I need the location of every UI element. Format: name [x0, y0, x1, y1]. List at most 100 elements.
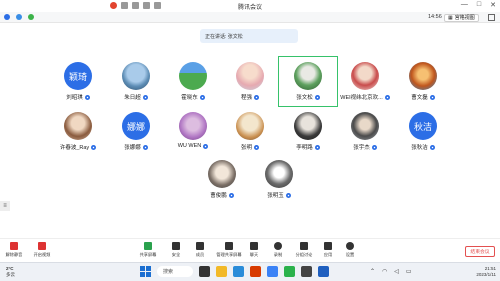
avatar: 秋洁: [409, 112, 437, 140]
battery-icon[interactable]: ▭: [406, 268, 412, 275]
avatar: [351, 112, 379, 140]
avatar: [122, 62, 150, 90]
share-screen-icon: [144, 242, 152, 250]
participant-tile[interactable]: WEI视纬北京欢...: [337, 62, 393, 101]
participant-tile[interactable]: 程强: [222, 62, 278, 101]
maximize-icon[interactable]: □: [477, 1, 481, 9]
participant-tile[interactable]: 李明路: [280, 112, 336, 151]
mic-icon: [285, 192, 291, 198]
participant-tile[interactable]: 娜娜 张娜娜: [108, 112, 164, 151]
avatar: [179, 112, 207, 140]
gallery-view-button[interactable]: ▦ 宫格视图: [444, 13, 479, 22]
participant-tile[interactable]: 曹文磊: [395, 62, 451, 101]
participant-tile-active[interactable]: 张文松: [278, 56, 338, 107]
participant-name: 曹俊鹏: [210, 193, 227, 199]
meeting-info-icon[interactable]: [4, 14, 10, 20]
security-icon[interactable]: [16, 14, 22, 20]
wifi-icon[interactable]: ◠: [382, 268, 387, 275]
office-icon[interactable]: [250, 266, 261, 277]
participant-tile[interactable]: 朱日超: [108, 62, 164, 101]
edge-browser-icon[interactable]: [233, 266, 244, 277]
participant-tile[interactable]: WU WEN: [165, 112, 221, 149]
participant-tile[interactable]: 曹俊鹏: [194, 160, 250, 199]
volume-icon[interactable]: ◁: [394, 268, 399, 275]
close-icon[interactable]: ✕: [490, 1, 496, 9]
avatar: [294, 112, 322, 140]
avatar: 颖琦: [64, 62, 92, 90]
mic-icon: [429, 94, 435, 100]
participant-name: 刘昭琪: [66, 95, 83, 101]
avatar: [236, 62, 264, 90]
record-button[interactable]: 录制: [266, 242, 290, 258]
avatar: [179, 62, 207, 90]
wechat-icon[interactable]: [284, 266, 295, 277]
mic-icon: [199, 94, 205, 100]
clock-date: 2023/1/11: [476, 272, 496, 277]
sidebar-toggle-icon[interactable]: ≡: [0, 201, 10, 211]
grid-icon: ▦: [448, 14, 453, 21]
participant-name: 朱日超: [124, 95, 141, 101]
gallery-view-label: 宫格视图: [454, 15, 475, 21]
avatar: [265, 160, 293, 188]
chat-icon: [250, 242, 258, 250]
search-label: 搜索: [163, 269, 174, 275]
breakout-icon: [300, 242, 308, 250]
taskbar-app-icon[interactable]: [318, 266, 329, 277]
avatar: [208, 160, 236, 188]
tencent-meeting-icon[interactable]: [267, 266, 278, 277]
avatar: [64, 112, 92, 140]
participant-name: 张明: [240, 145, 252, 151]
participant-tile[interactable]: 张宇杰: [337, 112, 393, 151]
participant-tile[interactable]: 霍晓东: [165, 62, 221, 101]
mic-icon: [84, 94, 90, 100]
control-label: 设置: [345, 252, 355, 257]
taskbar-app-icon[interactable]: [301, 266, 312, 277]
participant-name: 张宇杰: [353, 145, 370, 151]
control-label: 应用: [323, 252, 333, 257]
minimize-icon[interactable]: —: [461, 1, 468, 9]
end-meeting-button[interactable]: 结束会议: [465, 246, 495, 257]
participant-tile[interactable]: 秋洁 张秋洁: [395, 112, 451, 151]
mic-icon: [142, 94, 148, 100]
participant-name: 霍晓东: [181, 95, 198, 101]
mic-icon: [314, 144, 320, 150]
chevron-up-icon[interactable]: ⌃: [370, 268, 375, 275]
fullscreen-icon[interactable]: [488, 14, 495, 21]
task-view-icon[interactable]: [199, 266, 210, 277]
participant-tile[interactable]: 颖琦 刘昭琪: [50, 62, 106, 101]
control-label: 安全: [171, 252, 181, 257]
apps-icon: [324, 242, 332, 250]
manage-share-icon: [225, 242, 233, 250]
meeting-toolbar: 14:56 ▦ 宫格视图: [0, 12, 500, 23]
breakout-rooms-button[interactable]: 分组讨论: [292, 242, 316, 258]
avatar: 娜娜: [122, 112, 150, 140]
chat-button[interactable]: 聊天: [242, 242, 266, 258]
participants-button[interactable]: 成员: [188, 242, 212, 258]
taskbar-apps: 搜索: [140, 266, 329, 277]
mic-muted-icon: [10, 242, 18, 250]
unmute-button[interactable]: 解除静音: [2, 242, 26, 258]
security-button[interactable]: 安全: [164, 242, 188, 258]
meeting-timer: 14:56: [428, 14, 442, 20]
start-video-button[interactable]: 开启视频: [30, 242, 54, 258]
settings-button[interactable]: 设置: [338, 242, 362, 258]
taskbar-clock[interactable]: 21:51 2023/1/11: [476, 266, 496, 278]
mic-icon: [314, 94, 320, 100]
participant-name: 张明玉: [267, 193, 284, 199]
avatar: [351, 62, 379, 90]
file-explorer-icon[interactable]: [216, 266, 227, 277]
share-screen-button[interactable]: 共享屏幕: [136, 242, 160, 258]
mic-icon: [142, 144, 148, 150]
weather-widget[interactable]: 2°C 多云: [6, 266, 15, 278]
taskbar-search[interactable]: 搜索: [157, 266, 193, 277]
participant-tile[interactable]: 张明: [222, 112, 278, 151]
participant-tile[interactable]: 张明玉: [251, 160, 307, 199]
windows-start-icon[interactable]: [140, 266, 151, 277]
mic-icon: [254, 94, 259, 100]
manage-share-button[interactable]: 管理共享屏幕: [214, 242, 244, 258]
participant-tile[interactable]: 许春波_Ray: [50, 112, 106, 151]
control-label: 聊天: [249, 252, 259, 257]
participant-name: WU WEN: [177, 143, 202, 149]
signal-strength-icon[interactable]: [28, 14, 34, 20]
apps-button[interactable]: 应用: [316, 242, 340, 258]
